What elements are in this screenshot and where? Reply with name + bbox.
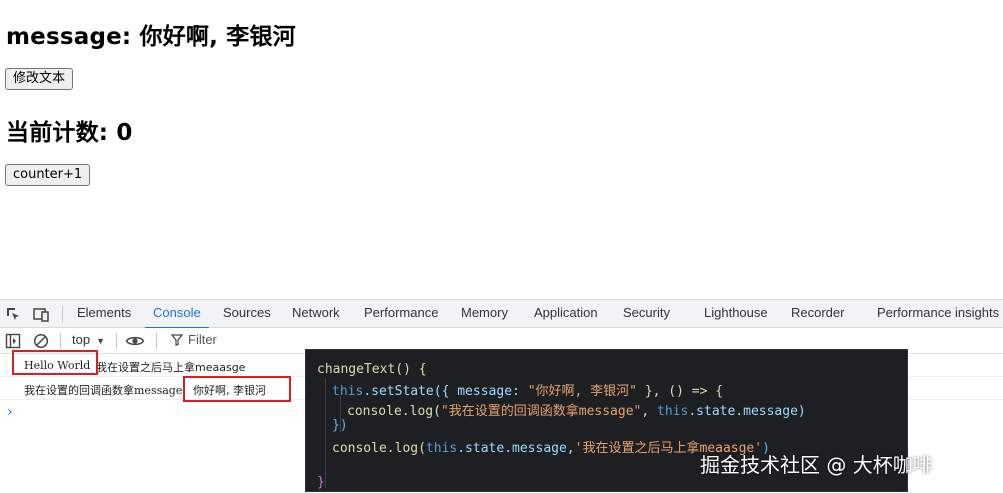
device-toolbar-icon[interactable] <box>32 305 50 323</box>
code-token: .setState({ message: <box>363 384 528 399</box>
sidebar-toggle-icon[interactable] <box>4 332 22 350</box>
indent-guide <box>325 378 326 488</box>
tab-divider <box>62 306 63 322</box>
tab-memory[interactable]: Memory <box>461 300 508 328</box>
tab-elements[interactable]: Elements <box>77 300 131 328</box>
code-token: .state.message) <box>688 404 806 419</box>
code-line: changeText() { <box>317 362 427 377</box>
filter-icon <box>171 334 183 346</box>
code-line: }) <box>332 418 348 433</box>
console-prompt[interactable]: › <box>7 404 13 420</box>
code-token: }, () => { <box>637 384 724 399</box>
code-line: console.log("我在设置的回调函数拿message", this.st… <box>347 404 806 419</box>
code-token: .state.message, <box>457 441 575 456</box>
toolbar-divider <box>156 333 157 349</box>
code-token: }) <box>332 418 348 433</box>
count-heading: 当前计数: 0 <box>6 120 133 146</box>
code-token: console.log( <box>332 441 426 456</box>
code-token: console.log( <box>347 404 441 419</box>
toolbar-divider <box>60 333 61 349</box>
highlight-box <box>183 376 291 402</box>
clear-console-icon[interactable] <box>32 332 50 350</box>
log-value: 我在设置之后马上拿meaasge <box>96 361 246 374</box>
code-token: } <box>317 475 325 490</box>
tab-performance[interactable]: Performance <box>364 300 438 328</box>
code-token: this <box>425 441 458 456</box>
highlight-box <box>12 350 98 375</box>
tab-sources[interactable]: Sources <box>223 300 271 328</box>
toolbar-divider <box>116 333 117 349</box>
tab-lighthouse[interactable]: Lighthouse <box>704 300 768 328</box>
filter-placeholder: Filter <box>188 332 217 347</box>
tab-recorder[interactable]: Recorder <box>791 300 844 328</box>
tab-performance-insights[interactable]: Performance insights <box>877 300 999 328</box>
log-value: 我在设置的回调函数拿message <box>24 384 183 397</box>
tab-security[interactable]: Security <box>623 300 670 328</box>
code-token: changeText() { <box>317 362 427 377</box>
counter-increment-button[interactable]: counter+1 <box>5 164 91 186</box>
devtools-tab-bar: Elements Console Sources Network Perform… <box>0 300 1003 329</box>
tab-network[interactable]: Network <box>292 300 340 328</box>
chevron-down-icon: ▼ <box>96 336 105 346</box>
code-token: "你好啊, 李银河" <box>527 384 637 399</box>
code-token: this <box>332 384 364 399</box>
filter-input[interactable]: Filter <box>166 330 316 351</box>
tab-console[interactable]: Console <box>145 300 209 329</box>
context-selector[interactable]: top ▼ <box>72 332 105 347</box>
watermark: 掘金技术社区 @ 大杯咖啡 <box>700 453 933 477</box>
code-token: "我在设置的回调函数拿message" <box>440 404 642 419</box>
inspect-element-icon[interactable] <box>4 305 22 323</box>
message-heading: message: 你好啊, 李银河 <box>6 24 296 50</box>
tab-application[interactable]: Application <box>534 300 598 328</box>
code-token: this <box>657 404 689 419</box>
eye-icon[interactable] <box>125 332 145 350</box>
code-line: } <box>317 475 325 490</box>
context-label: top <box>72 332 91 347</box>
change-text-button[interactable]: 修改文本 <box>5 68 74 90</box>
code-line: this.setState({ message: "你好啊, 李银河" }, (… <box>332 380 723 399</box>
